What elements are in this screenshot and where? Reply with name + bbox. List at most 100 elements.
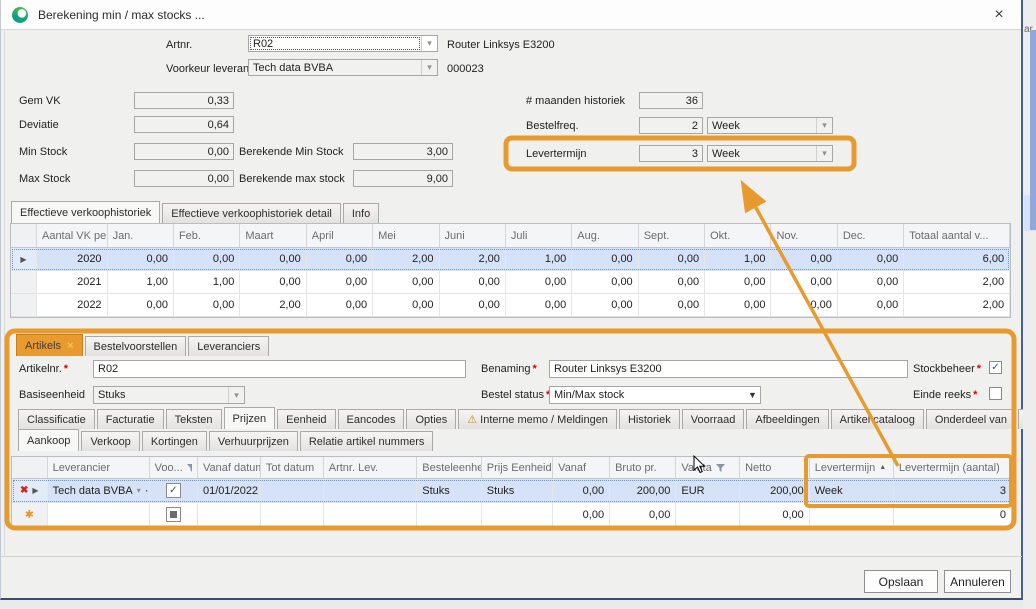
grid-cell[interactable] bbox=[417, 503, 482, 526]
save-button[interactable]: Opslaan bbox=[864, 570, 938, 593]
tab-afbeeldingen[interactable]: Afbeeldingen bbox=[746, 409, 828, 429]
grid-cell[interactable]: Stuks bbox=[417, 479, 482, 502]
chevron-down-icon[interactable]: ▾ bbox=[816, 146, 832, 161]
tab-eancodes[interactable]: Eancodes bbox=[338, 409, 405, 429]
column-header[interactable]: Bruto pr. bbox=[610, 457, 676, 478]
bestelfreq-unit-combo[interactable]: Week ▾ bbox=[707, 117, 833, 134]
grid-cell[interactable] bbox=[261, 503, 324, 526]
tab-teksten[interactable]: Teksten bbox=[166, 409, 222, 429]
column-header[interactable]: Leverancier bbox=[48, 457, 150, 478]
tab-info[interactable]: Info bbox=[343, 203, 379, 223]
column-header[interactable]: Besteleenheid bbox=[417, 457, 482, 478]
grid-cell[interactable]: 0,00 bbox=[610, 503, 676, 526]
column-header[interactable]: Netto bbox=[740, 457, 810, 478]
bestelfreq-field[interactable]: 2 bbox=[639, 117, 703, 134]
column-header[interactable]: Levertermijn (aantal) bbox=[894, 457, 1012, 478]
column-header[interactable]: Aug. bbox=[572, 224, 638, 247]
grid-cell[interactable]: 0 bbox=[894, 503, 1012, 526]
column-header[interactable]: Artnr. Lev. bbox=[324, 457, 417, 478]
sort-asc-icon[interactable]: ▲ bbox=[879, 464, 886, 471]
grid-cell[interactable]: Week bbox=[810, 479, 894, 502]
column-header[interactable]: Dec. bbox=[838, 224, 904, 247]
einde-reeks-checkbox[interactable] bbox=[989, 387, 1002, 400]
voorkeur-checkbox[interactable]: ✓ bbox=[166, 483, 181, 498]
tab-aankoop[interactable]: Aankoop bbox=[18, 429, 79, 451]
bestel-status-combo[interactable]: Min/Max stock ▼ bbox=[549, 386, 761, 404]
column-header[interactable]: Valuta bbox=[676, 457, 740, 478]
grid-cell[interactable] bbox=[324, 503, 417, 526]
tab-effectieve-verkoophistoriek[interactable]: Effectieve verkoophistoriek bbox=[11, 201, 160, 223]
grid-cell[interactable]: 200,00 bbox=[610, 479, 676, 502]
min-stock-field[interactable]: 0,00 bbox=[134, 143, 234, 160]
tab-verhuurprijzen[interactable]: Verhuurprijzen bbox=[209, 431, 298, 451]
deviatie-field[interactable]: 0,64 bbox=[134, 116, 234, 133]
artnr-combo[interactable]: R02 ▾ bbox=[248, 35, 438, 52]
tab-voorraad[interactable]: Voorraad bbox=[682, 409, 745, 429]
column-header[interactable]: Aantal VK per j...▲ bbox=[37, 224, 108, 247]
grid-cell[interactable] bbox=[676, 503, 740, 526]
grid-cell[interactable] bbox=[810, 503, 894, 526]
stockbeheer-checkbox[interactable]: ✓ bbox=[989, 361, 1002, 374]
column-header[interactable]: Juni bbox=[440, 224, 506, 247]
tab-classificatie[interactable]: Classificatie bbox=[18, 409, 95, 429]
column-header[interactable]: Voo... bbox=[150, 457, 198, 478]
chevron-down-icon[interactable]: ▾ bbox=[421, 60, 437, 75]
filter-icon[interactable] bbox=[716, 464, 725, 472]
column-header[interactable]: Mei bbox=[373, 224, 439, 247]
column-header[interactable]: Totaal aantal v... bbox=[904, 224, 1010, 247]
tab-bestelvoorstellen[interactable]: Bestelvoorstellen bbox=[85, 336, 187, 356]
grid-cell[interactable]: 3 bbox=[894, 479, 1012, 502]
background-scrollbar[interactable] bbox=[1030, 30, 1036, 230]
filter-icon[interactable] bbox=[187, 464, 192, 472]
gem-vk-field[interactable]: 0,33 bbox=[134, 92, 234, 109]
column-header[interactable]: Feb. bbox=[174, 224, 240, 247]
column-header[interactable]: Nov. bbox=[771, 224, 837, 247]
grid-cell[interactable]: EUR bbox=[676, 479, 740, 502]
tab-onderdeel-van[interactable]: Onderdeel van bbox=[926, 409, 1016, 429]
column-header[interactable]: Vanaf datum bbox=[198, 457, 261, 478]
grid-cell[interactable]: 01/01/2022 bbox=[198, 479, 261, 502]
grid-cell[interactable] bbox=[324, 479, 417, 502]
tab-kortingen[interactable]: Kortingen bbox=[142, 431, 207, 451]
grid-cell[interactable] bbox=[482, 503, 553, 526]
tab-relatie-artikel-nummers[interactable]: Relatie artikel nummers bbox=[300, 431, 434, 451]
table-row[interactable]: ▶20200,000,000,000,002,002,001,000,000,0… bbox=[11, 248, 1010, 271]
column-header[interactable]: Sept. bbox=[639, 224, 705, 247]
grid-cell[interactable]: 200,00 bbox=[740, 479, 810, 502]
chevron-down-icon[interactable]: ▾ bbox=[421, 36, 437, 51]
chevron-down-icon[interactable]: ▼ bbox=[745, 387, 760, 403]
chevron-down-icon[interactable]: ▾ bbox=[816, 118, 832, 133]
column-header[interactable]: Juli bbox=[506, 224, 572, 247]
column-header[interactable]: Okt. bbox=[705, 224, 771, 247]
column-header[interactable]: Maart bbox=[240, 224, 306, 247]
table-row[interactable]: ✱0,000,000,000 bbox=[12, 503, 1012, 527]
basiseenheid-combo[interactable]: Stuks ▾ bbox=[93, 386, 245, 404]
tab-interne-memo-meldingen[interactable]: ⚠Interne memo / Meldingen bbox=[458, 409, 617, 429]
tab-artikels[interactable]: Artikels× bbox=[16, 334, 83, 356]
grid-cell[interactable] bbox=[198, 503, 261, 526]
grid-cell[interactable]: 0,00 bbox=[553, 503, 610, 526]
column-header[interactable]: Jan. bbox=[108, 224, 174, 247]
artikelnr-input[interactable]: R02 bbox=[93, 360, 466, 378]
grid-cell[interactable]: 0,00 bbox=[553, 479, 610, 502]
column-header[interactable]: Prijs Eenheid bbox=[482, 457, 553, 478]
table-row[interactable]: ✖▶Tech data BVBA▾⋯✓01/01/2022StuksStuks0… bbox=[12, 479, 1012, 503]
tab-opties[interactable]: Opties bbox=[406, 409, 456, 429]
grid-cell[interactable]: 0,00 bbox=[740, 503, 810, 526]
table-row[interactable]: 20211,001,000,000,000,000,000,000,000,00… bbox=[11, 271, 1010, 294]
delete-row-icon[interactable]: ✖ bbox=[20, 485, 28, 496]
grid-cell[interactable] bbox=[261, 479, 324, 502]
voorkeur-leverancier-combo[interactable]: Tech data BVBA ▾ bbox=[248, 59, 438, 76]
cancel-button[interactable]: Annuleren bbox=[944, 570, 1011, 593]
column-header[interactable]: Levertermijn▲ bbox=[810, 457, 894, 478]
close-icon[interactable]: × bbox=[987, 4, 1011, 26]
benaming-input[interactable]: Router Linksys E3200 bbox=[549, 360, 908, 378]
leverancier-cell[interactable] bbox=[48, 503, 150, 526]
maanden-historiek-field[interactable]: 36 bbox=[639, 92, 703, 109]
max-stock-field[interactable]: 0,00 bbox=[134, 170, 234, 187]
levertermijn-unit-combo[interactable]: Week ▾ bbox=[707, 145, 833, 162]
grid-cell[interactable]: Stuks bbox=[482, 479, 553, 502]
tab-close-icon[interactable]: × bbox=[67, 340, 73, 352]
voorkeur-checkbox[interactable] bbox=[166, 507, 181, 522]
column-header[interactable]: April bbox=[307, 224, 373, 247]
